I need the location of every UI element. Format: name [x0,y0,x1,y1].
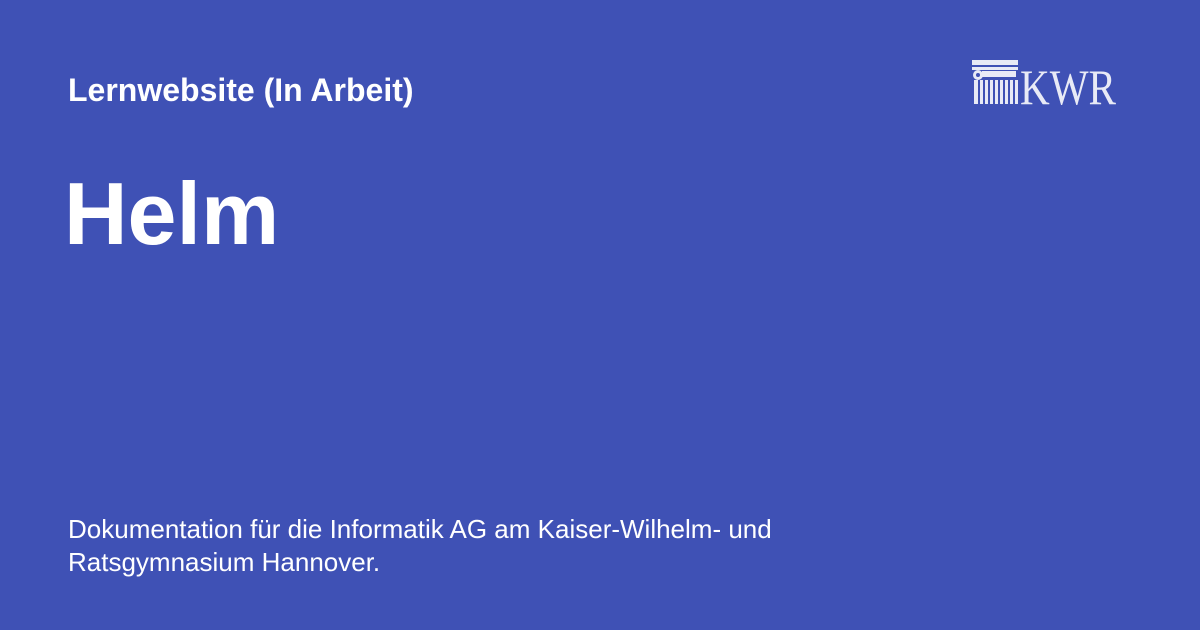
logo-text: KWR [1020,59,1117,108]
social-card: Lernwebsite (In Arbeit) Helm KWR Dokumen… [0,0,1200,630]
page-title: Helm [64,164,280,263]
site-name: Lernwebsite (In Arbeit) [68,72,414,108]
column-icon: KWR [972,59,1117,108]
page-description: Dokumentation für die Informatik AG am K… [68,514,772,577]
kwr-logo: KWR [970,58,1118,108]
